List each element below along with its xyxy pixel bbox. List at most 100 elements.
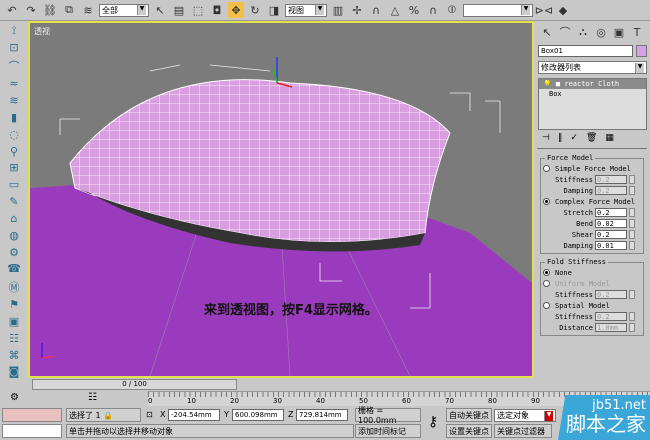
simple-force-radio[interactable]: Simple Force Model	[543, 163, 641, 174]
spinner[interactable]	[629, 186, 635, 195]
set-key-icon[interactable]: ⚷	[428, 414, 438, 430]
spinner[interactable]	[629, 175, 635, 184]
mirror-icon[interactable]: ⊳⊲	[535, 2, 553, 18]
spinner[interactable]	[629, 219, 635, 228]
spinner[interactable]	[629, 323, 635, 332]
tool-icon[interactable]: ◍	[6, 228, 22, 242]
time-slider[interactable]: 0 / 100	[28, 378, 534, 391]
spinner[interactable]	[629, 241, 635, 250]
absolute-mode-icon[interactable]: ⊡	[146, 410, 153, 419]
tool-icon[interactable]: ⚙	[6, 245, 22, 259]
viewport-label[interactable]: 透视	[34, 26, 50, 37]
configure-sets-icon[interactable]: ▦	[605, 133, 614, 143]
y-coord-input[interactable]: 600.098mm	[232, 409, 284, 421]
tool-icon[interactable]: ⟟	[6, 24, 22, 38]
object-color-swatch[interactable]	[636, 45, 647, 57]
rollout-area[interactable]: Force Model Simple Force Model Stiffness…	[537, 148, 647, 360]
align-icon[interactable]: ◆	[555, 2, 571, 18]
tool-icon[interactable]: ☎	[6, 262, 22, 276]
scale-icon[interactable]: ◨	[266, 2, 282, 18]
named-selection-dropdown[interactable]: ▼	[463, 3, 533, 17]
time-slider-thumb[interactable]: 0 / 100	[32, 379, 237, 390]
stiffness-input[interactable]: 0.2	[595, 175, 627, 184]
spinner[interactable]	[629, 290, 635, 299]
spatial-model-radio[interactable]: Spatial Model	[543, 300, 641, 311]
link-icon[interactable]: ⛓	[42, 2, 58, 18]
perspective-viewport[interactable]: 透视 来到透视图，按F4显示网格。	[28, 21, 534, 378]
spinner[interactable]	[629, 312, 635, 321]
window-crossing-icon[interactable]: ◘	[209, 2, 225, 18]
z-coord-input[interactable]: 729.814mm	[296, 409, 348, 421]
tool-icon[interactable]: ☷	[6, 331, 22, 345]
display-tab-icon[interactable]: ▣	[612, 24, 626, 40]
stack-item-reactor-cloth[interactable]: 💡 ■ reactor Cloth	[539, 79, 646, 89]
complex-damping-input[interactable]: 0.01	[595, 241, 627, 250]
tool-icon[interactable]: ⌂	[6, 211, 22, 225]
key-filters-button[interactable]: 关键点过滤器	[494, 424, 552, 438]
tool-icon[interactable]: ≈	[6, 77, 22, 91]
modify-tab-icon[interactable]: ⌒	[558, 24, 572, 40]
tool-icon[interactable]: ✎	[6, 195, 22, 209]
unlink-icon[interactable]: ⧉	[61, 2, 77, 18]
select-by-name-icon[interactable]: ▤	[171, 2, 187, 18]
move-icon[interactable]: ✥	[228, 2, 244, 18]
uniform-model-radio[interactable]: Uniform Model	[543, 278, 641, 289]
select-icon[interactable]: ↖	[152, 2, 168, 18]
stretch-input[interactable]: 0.2	[595, 208, 627, 217]
x-coord-input[interactable]: -204.54mm	[168, 409, 220, 421]
tool-icon[interactable]: ◙	[6, 365, 22, 379]
complex-force-radio[interactable]: Complex Force Model	[543, 196, 641, 207]
object-name-input[interactable]: Box01	[538, 45, 633, 57]
tool-icon[interactable]: ⌘	[6, 348, 22, 362]
percent-snap-icon[interactable]: %	[406, 2, 422, 18]
tool-icon[interactable]: Ⓜ	[6, 279, 22, 295]
tool-icon[interactable]: ⊡	[6, 41, 22, 55]
curve-editor-icon[interactable]: ☷	[88, 392, 97, 403]
undo-icon[interactable]: ↶	[4, 2, 20, 18]
named-selection-icon[interactable]: ⦶	[444, 2, 460, 18]
maxscript-listener-pink[interactable]	[2, 408, 62, 422]
hierarchy-tab-icon[interactable]: ⛬	[576, 24, 590, 40]
utilities-tab-icon[interactable]: T	[630, 24, 644, 40]
tool-icon[interactable]: ⊞	[6, 161, 22, 175]
tool-icon[interactable]: ⚲	[6, 144, 22, 158]
uniform-stiffness-input[interactable]: 0.2	[595, 290, 627, 299]
spinner-snap-icon[interactable]: ∩	[425, 2, 441, 18]
rotate-icon[interactable]: ↻	[247, 2, 263, 18]
add-time-tag-button[interactable]: 添加时间标记	[355, 424, 421, 438]
auto-key-button[interactable]: 自动关键点	[446, 408, 492, 422]
pin-stack-icon[interactable]: ⊣	[542, 133, 550, 143]
modifier-list-dropdown[interactable]: 修改器列表 ▼	[538, 61, 647, 74]
stack-item-box[interactable]: Box	[539, 89, 646, 99]
tool-icon[interactable]: ▣	[6, 315, 22, 329]
spinner[interactable]	[629, 230, 635, 239]
redo-icon[interactable]: ↷	[23, 2, 39, 18]
distance-input[interactable]: 1.0mm	[595, 323, 627, 332]
listener-icon[interactable]: ⚙	[10, 392, 19, 403]
tool-icon[interactable]: ▮	[6, 110, 22, 124]
make-unique-icon[interactable]: ✓	[570, 133, 578, 143]
tool-icon[interactable]: ⚑	[6, 298, 22, 312]
tool-icon[interactable]: ▭	[6, 178, 22, 192]
pivot-icon[interactable]: ▥	[330, 2, 346, 18]
tool-icon[interactable]: ≋	[6, 94, 22, 108]
create-tab-icon[interactable]: ↖	[540, 24, 554, 40]
angle-snap-icon[interactable]: △	[387, 2, 403, 18]
snap-icon[interactable]: ∩	[368, 2, 384, 18]
tool-icon[interactable]: ⌒	[6, 58, 22, 74]
show-end-result-icon[interactable]: ‖	[558, 133, 563, 143]
spinner[interactable]	[629, 208, 635, 217]
ref-coord-dropdown[interactable]: 视图 ▼	[285, 3, 327, 17]
key-mode-dropdown[interactable]: 选定对象 ▼	[494, 409, 556, 422]
set-key-button[interactable]: 设置关键点	[446, 424, 492, 438]
lock-icon[interactable]: 🔒	[103, 411, 113, 420]
manipulate-icon[interactable]: ✢	[349, 2, 365, 18]
region-select-icon[interactable]: ⬚	[190, 2, 206, 18]
bind-spacewarp-icon[interactable]: ≋	[80, 2, 96, 18]
tool-icon[interactable]: ◌	[6, 127, 22, 141]
motion-tab-icon[interactable]: ◎	[594, 24, 608, 40]
remove-modifier-icon[interactable]: 🗑	[586, 133, 597, 143]
damping-input[interactable]: 0.2	[595, 186, 627, 195]
shear-input[interactable]: 0.2	[595, 230, 627, 239]
selection-filter-dropdown[interactable]: 全部 ▼	[99, 3, 149, 17]
